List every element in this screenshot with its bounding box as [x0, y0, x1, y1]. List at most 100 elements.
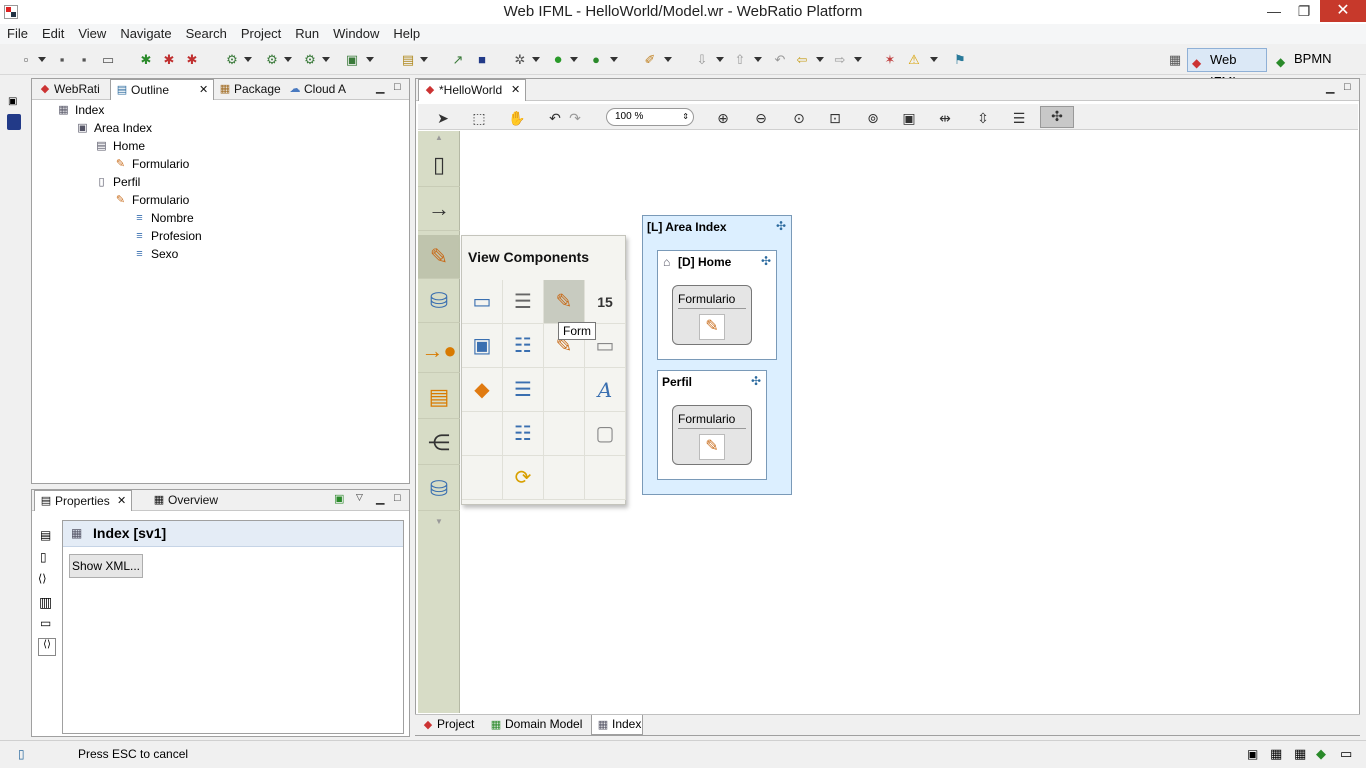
- general-icon[interactable]: ▤: [40, 528, 51, 542]
- warning-icon[interactable]: ⚠: [906, 52, 922, 68]
- zoom-page-icon[interactable]: ⊡: [826, 109, 844, 127]
- maximize-view-icon[interactable]: □: [1344, 81, 1351, 93]
- publish-icon[interactable]: ⚙: [302, 52, 318, 68]
- debug-icon[interactable]: ✲: [512, 52, 528, 68]
- tree-item[interactable]: ▣ Area Index: [75, 119, 152, 137]
- run-config-icon[interactable]: ●: [588, 52, 604, 68]
- perspective-web-ifml[interactable]: ◆ Web IFML: [1187, 48, 1267, 89]
- custom-component-icon[interactable]: ▢: [585, 412, 626, 456]
- book-icon[interactable]: ■: [474, 52, 490, 68]
- table-icon[interactable]: ▦: [1294, 746, 1306, 762]
- select-arrow-icon[interactable]: ➤: [434, 109, 452, 127]
- next-annotation-icon[interactable]: ⇩: [694, 52, 710, 68]
- menu-project[interactable]: Project: [234, 24, 288, 43]
- close-icon[interactable]: ✕: [199, 80, 208, 100]
- print-icon[interactable]: ▭: [100, 52, 116, 68]
- minimize-view-icon[interactable]: ▁: [376, 492, 384, 505]
- tab-cloud[interactable]: ☁ Cloud A: [284, 79, 364, 100]
- open-perspective-icon[interactable]: ▦: [1167, 52, 1183, 68]
- minimize-button[interactable]: —: [1260, 0, 1288, 22]
- chevron-down-icon[interactable]: [38, 57, 46, 62]
- close-button[interactable]: ✕: [1320, 0, 1366, 22]
- collapse-icon[interactable]: ✣: [759, 254, 773, 268]
- scroller-component-icon[interactable]: ◆: [462, 368, 503, 412]
- chevron-down-icon[interactable]: ▼: [435, 517, 443, 526]
- wizard-icon[interactable]: ↗: [450, 52, 466, 68]
- clean-generate-icon[interactable]: ✱: [184, 52, 200, 68]
- chevron-down-icon[interactable]: [322, 57, 330, 62]
- run-icon[interactable]: ●: [550, 52, 566, 68]
- maximize-view-icon[interactable]: □: [394, 492, 401, 504]
- save-all-icon[interactable]: ▪: [76, 52, 92, 68]
- restore-icon[interactable]: ▣: [1247, 747, 1258, 761]
- form-component-icon[interactable]: ✎: [544, 280, 585, 324]
- home-page-box[interactable]: ⌂ [D] Home ✣ Formulario ✎: [657, 250, 777, 360]
- checkable-list-component-icon[interactable]: ☰: [503, 368, 544, 412]
- chevron-up-icon[interactable]: ▲: [435, 133, 443, 142]
- menu-view[interactable]: View: [71, 24, 113, 43]
- chevron-down-icon[interactable]: [420, 57, 428, 62]
- xml-icon[interactable]: ⟨⟩: [38, 572, 47, 585]
- refresh-component-icon[interactable]: ⟳: [503, 456, 544, 500]
- tree-item[interactable]: ▤ Home: [94, 137, 145, 155]
- perfil-page-box[interactable]: Perfil ✣ Formulario ✎: [657, 370, 767, 480]
- maximize-button[interactable]: ❐: [1290, 0, 1318, 22]
- palette-action-icon[interactable]: →●: [418, 329, 460, 373]
- list-component-icon[interactable]: ☰: [503, 280, 544, 324]
- menu-run[interactable]: Run: [288, 24, 326, 43]
- menu-edit[interactable]: Edit: [35, 24, 71, 43]
- chevron-down-icon[interactable]: [244, 57, 252, 62]
- tree-item[interactable]: ▯ Perfil: [94, 173, 140, 191]
- maximize-view-icon[interactable]: □: [394, 81, 401, 93]
- tools-icon[interactable]: ✐: [642, 52, 658, 68]
- build-icon[interactable]: ⚙: [224, 52, 240, 68]
- server-icon[interactable]: ▣: [344, 52, 360, 68]
- generate-all-icon[interactable]: ✱: [161, 52, 177, 68]
- validate-icon[interactable]: ✶: [882, 52, 898, 68]
- palette-page-icon[interactable]: ▯: [418, 143, 460, 187]
- menu-help[interactable]: Help: [386, 24, 427, 43]
- palette-switch-icon[interactable]: ⋲: [418, 421, 460, 465]
- tab-domain-model[interactable]: ▦ Domain Model: [485, 715, 589, 735]
- palette-view-components-icon[interactable]: ✎: [418, 235, 460, 279]
- home-form-unit[interactable]: Formulario ✎: [672, 285, 752, 345]
- chevron-down-icon[interactable]: [570, 57, 578, 62]
- chevron-down-icon[interactable]: [716, 57, 724, 62]
- details-component-icon[interactable]: ▭: [462, 280, 503, 324]
- tab-index[interactable]: ▦ Index: [591, 715, 643, 735]
- chart-icon[interactable]: ▥: [39, 594, 52, 611]
- last-edit-icon[interactable]: ↶: [772, 52, 788, 68]
- marquee-icon[interactable]: ⬚: [470, 109, 488, 127]
- alphabet-component-icon[interactable]: A: [585, 368, 626, 412]
- book-icon[interactable]: [7, 114, 21, 130]
- zoom-in-icon[interactable]: ⊕: [714, 109, 732, 127]
- chevron-down-icon[interactable]: [664, 57, 672, 62]
- tree-item[interactable]: ✎ Formulario: [113, 191, 189, 209]
- minimize-view-icon[interactable]: ▁: [1326, 81, 1334, 94]
- hierarchy-component-icon[interactable]: ☷: [503, 412, 544, 456]
- pin-icon[interactable]: ▣: [334, 492, 344, 505]
- zoom-fit-icon[interactable]: ⊙: [790, 109, 808, 127]
- deploy-icon[interactable]: ⚙: [264, 52, 280, 68]
- align-horizontal-icon[interactable]: ⇹: [936, 109, 954, 127]
- clipboard-icon[interactable]: ▤: [400, 52, 416, 68]
- menu-search[interactable]: Search: [179, 24, 234, 43]
- chevron-down-icon[interactable]: [610, 57, 618, 62]
- tree-item[interactable]: ≡ Sexo: [132, 245, 178, 263]
- multi-details-component-icon[interactable]: ▣: [462, 324, 503, 368]
- tree-item[interactable]: ▦ Index: [56, 101, 104, 119]
- chevron-down-icon[interactable]: [754, 57, 762, 62]
- tab-helloworld[interactable]: ◆ *HelloWorld ✕: [418, 79, 526, 101]
- list-icon[interactable]: ☰: [1010, 109, 1028, 127]
- fast-view-icon[interactable]: ▯: [18, 747, 25, 761]
- hand-pan-icon[interactable]: ✋: [508, 109, 526, 127]
- tree-item[interactable]: ≡ Nombre: [132, 209, 193, 227]
- tab-project[interactable]: ◆ Project: [417, 715, 483, 735]
- palette-operation-icon[interactable]: ▤: [418, 375, 460, 419]
- console-icon[interactable]: ▭: [1340, 746, 1352, 762]
- export-icon[interactable]: ▣: [900, 109, 918, 127]
- close-icon[interactable]: ✕: [511, 80, 520, 100]
- bpmn-icon[interactable]: ◆: [1316, 746, 1326, 762]
- chevron-down-icon[interactable]: [532, 57, 540, 62]
- zoom-out-icon[interactable]: ⊖: [752, 109, 770, 127]
